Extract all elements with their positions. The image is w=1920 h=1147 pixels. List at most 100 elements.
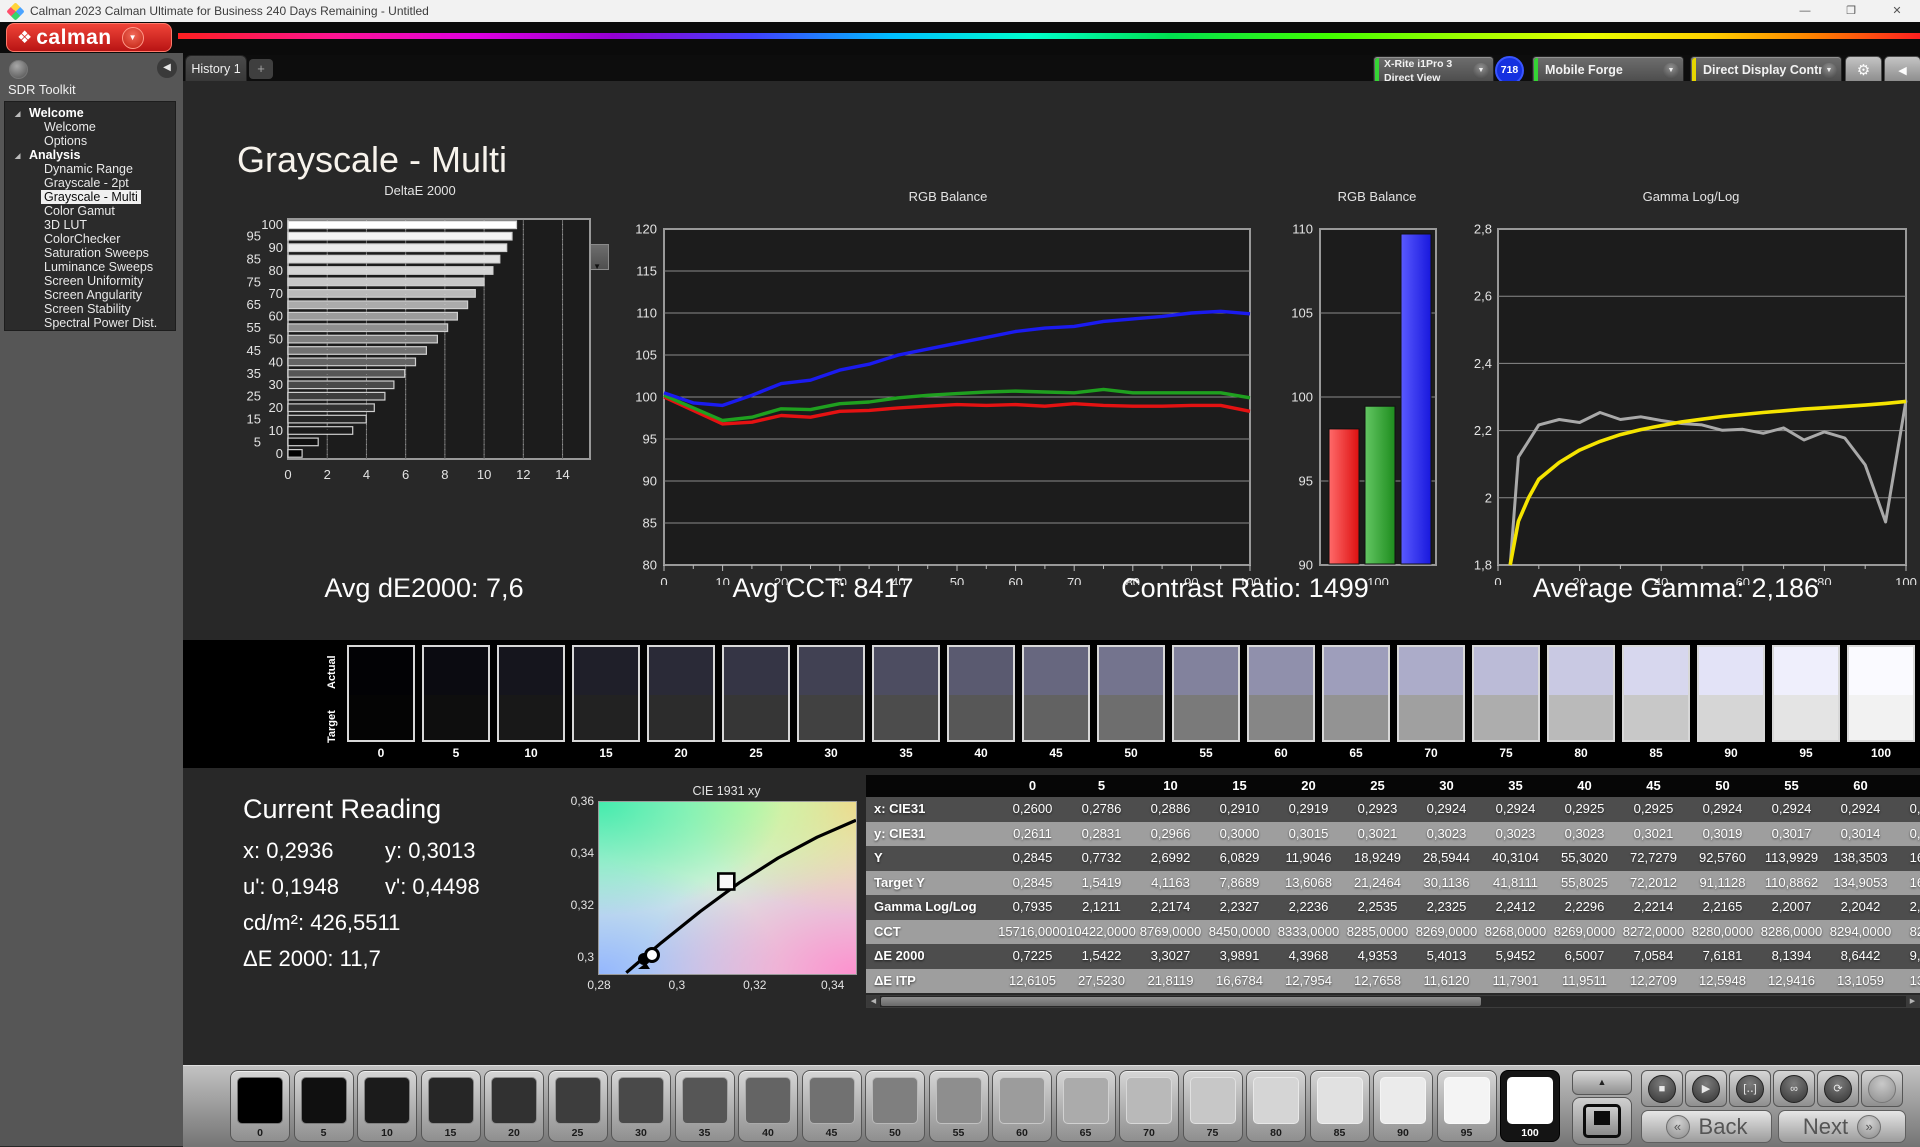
patch-label: 80 <box>1270 1127 1282 1139</box>
sidebar-item-screen-stability[interactable]: Screen Stability <box>5 302 175 316</box>
patch-button-70[interactable]: 70 <box>1119 1070 1179 1142</box>
svg-text:100: 100 <box>1367 575 1389 585</box>
close-button[interactable]: ✕ <box>1874 0 1920 22</box>
refresh-button[interactable]: ⟳ <box>1817 1070 1859 1107</box>
swatch-label: 55 <box>1199 746 1213 760</box>
scroll-left-icon[interactable]: ◀ <box>867 996 880 1007</box>
table-col-header: 15 <box>1205 775 1274 797</box>
svg-text:10: 10 <box>269 423 283 438</box>
swatch-box <box>797 645 865 742</box>
pattern-up-button[interactable]: ▲ <box>1572 1070 1632 1095</box>
table-cell: 0,3023 <box>1412 821 1481 846</box>
scrollbar-thumb[interactable] <box>881 997 1481 1006</box>
table-hscrollbar[interactable]: ◀ ▶ <box>866 995 1920 1008</box>
sidebar-item-screen-angularity[interactable]: Screen Angularity <box>5 288 175 302</box>
chevron-down-icon[interactable]: ▼ <box>1821 63 1837 79</box>
table-cell: 55,3020 <box>1550 846 1619 871</box>
patch-label: 50 <box>889 1127 901 1139</box>
patch-button-60[interactable]: 60 <box>992 1070 1052 1142</box>
table-cell: 6,0829 <box>1205 846 1274 871</box>
minimize-button[interactable]: — <box>1782 0 1828 22</box>
patch-button-30[interactable]: 30 <box>611 1070 671 1142</box>
sidebar-item-luminance-sweeps[interactable]: Luminance Sweeps <box>5 260 175 274</box>
table-cell: 2,6992 <box>1136 846 1205 871</box>
sidebar-item-color-gamut[interactable]: Color Gamut <box>5 204 175 218</box>
table-cell: 0,3015 <box>1274 821 1343 846</box>
swatch-target <box>499 695 563 740</box>
sidebar-item-saturation-sweeps[interactable]: Saturation Sweeps <box>5 246 175 260</box>
swatch-target <box>1099 695 1163 740</box>
tree-group-welcome[interactable]: ◢ Welcome <box>5 106 175 120</box>
sidebar-item-3d-lut[interactable]: 3D LUT <box>5 218 175 232</box>
patch-button-0[interactable]: 0 <box>230 1070 290 1142</box>
blank-icon <box>1868 1074 1896 1103</box>
play-button[interactable]: ▶ <box>1685 1070 1727 1107</box>
patch-button-85[interactable]: 85 <box>1309 1070 1370 1142</box>
patch-button-55[interactable]: 55 <box>928 1070 989 1142</box>
swatch-label: 85 <box>1649 746 1663 760</box>
svg-text:0: 0 <box>1494 575 1501 585</box>
sidebar-item-grayscale-multi[interactable]: Grayscale - Multi <box>5 190 175 204</box>
patch-button-80[interactable]: 80 <box>1246 1070 1306 1142</box>
range-button[interactable]: [‥] <box>1729 1070 1771 1107</box>
loop-button[interactable]: ∞ <box>1773 1070 1815 1107</box>
patch-button-40[interactable]: 40 <box>738 1070 798 1142</box>
stop-button[interactable]: ■ <box>1641 1070 1683 1107</box>
patch-button-10[interactable]: 10 <box>357 1070 417 1142</box>
table-cell: 0,3014 <box>1826 821 1895 846</box>
table-cell: 16,6784 <box>1205 968 1274 993</box>
calman-menu-button[interactable]: ❖ calman ▼ <box>6 23 172 52</box>
calman-dropdown-icon[interactable]: ▼ <box>121 26 144 49</box>
blank-button[interactable] <box>1861 1070 1903 1107</box>
tree-group-analysis[interactable]: ◢ Analysis <box>5 148 175 162</box>
patch-button-75[interactable]: 75 <box>1182 1070 1243 1142</box>
workflow-orb-icon[interactable] <box>9 60 28 79</box>
patch-button-100[interactable]: 100 <box>1500 1070 1560 1142</box>
table-cell: 8285,0000 <box>1343 919 1412 944</box>
patch-label: 25 <box>571 1127 584 1139</box>
chevron-down-icon[interactable]: ▼ <box>1473 63 1489 79</box>
patch-button-25[interactable]: 25 <box>547 1070 608 1142</box>
restore-button[interactable]: ❐ <box>1828 0 1874 22</box>
swatch-target <box>349 695 413 740</box>
sidebar-item-dynamic-range[interactable]: Dynamic Range <box>5 162 175 176</box>
patch-button-65[interactable]: 65 <box>1055 1070 1116 1142</box>
table-cell: 2,2214 <box>1619 895 1688 920</box>
svg-text:95: 95 <box>247 229 261 244</box>
scroll-right-icon[interactable]: ▶ <box>1906 996 1919 1007</box>
swatch-35: 35 <box>872 645 940 760</box>
sidebar-item-welcome[interactable]: Welcome <box>5 120 175 134</box>
chevron-down-icon[interactable]: ▼ <box>1663 63 1679 79</box>
add-tab-button[interactable]: + <box>249 59 273 79</box>
sidebar-item-spectral-power-dist[interactable]: Spectral Power Dist. <box>5 316 175 330</box>
back-button[interactable]: « Back <box>1641 1110 1772 1143</box>
sidebar-item-colorchecker[interactable]: ColorChecker <box>5 232 175 246</box>
table-cell: 12,7658 <box>1343 968 1412 993</box>
patch-button-50[interactable]: 50 <box>865 1070 925 1142</box>
sidebar-collapse-button[interactable]: ◀ <box>157 58 177 78</box>
swatch-15: 15 <box>572 645 640 760</box>
tab-history[interactable]: History 1 <box>185 55 247 82</box>
sidebar-item-grayscale-2pt[interactable]: Grayscale - 2pt <box>5 176 175 190</box>
swatch-box <box>1547 645 1615 742</box>
next-button[interactable]: Next » <box>1778 1110 1906 1143</box>
table-cell: 11,9046 <box>1274 846 1343 871</box>
sidebar-item-screen-uniformity[interactable]: Screen Uniformity <box>5 274 175 288</box>
swatch-actual <box>799 647 863 695</box>
patch-label: 90 <box>1397 1127 1409 1139</box>
patch-button-90[interactable]: 90 <box>1373 1070 1433 1142</box>
pattern-window-button[interactable] <box>1572 1097 1632 1145</box>
sidebar-item-options[interactable]: Options <box>5 134 175 148</box>
svg-text:4: 4 <box>363 467 370 482</box>
swatch-actual <box>1324 647 1388 695</box>
patch-button-35[interactable]: 35 <box>674 1070 735 1142</box>
window-title: Calman 2023 Calman Ultimate for Business… <box>30 4 429 18</box>
patch-button-15[interactable]: 15 <box>420 1070 481 1142</box>
table-cell: 134,9053 <box>1826 870 1895 895</box>
patch-button-45[interactable]: 45 <box>801 1070 862 1142</box>
patch-button-5[interactable]: 5 <box>293 1070 354 1142</box>
patch-button-95[interactable]: 95 <box>1436 1070 1497 1142</box>
swatch-label: 95 <box>1799 746 1813 760</box>
patch-chip <box>1507 1077 1553 1124</box>
patch-button-20[interactable]: 20 <box>484 1070 544 1142</box>
